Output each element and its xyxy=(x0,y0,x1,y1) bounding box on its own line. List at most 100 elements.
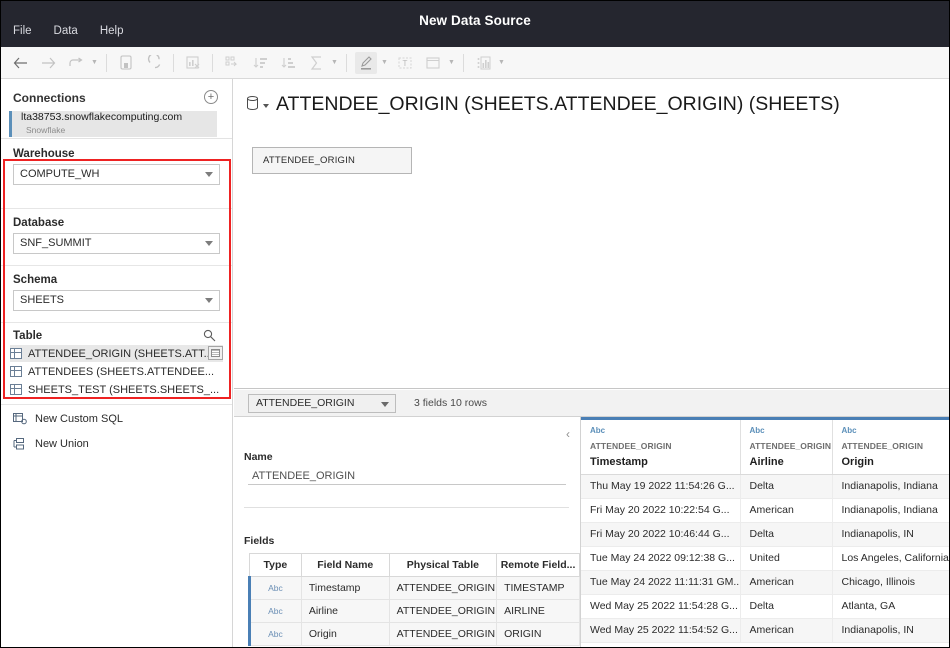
metadata-divider xyxy=(244,507,569,508)
menu-file[interactable]: File xyxy=(11,23,34,39)
preview-meta-label: 3 fields 10 rows xyxy=(414,397,487,409)
sort-ascending-icon[interactable] xyxy=(249,52,271,74)
aggregate-sigma-icon[interactable] xyxy=(305,52,327,74)
clear-sheet-icon[interactable] xyxy=(182,52,204,74)
cell-timestamp: Wed May 25 2022 11:54:52 G... xyxy=(581,618,741,643)
custom-sql-icon xyxy=(13,413,27,425)
chevron-down-icon xyxy=(205,298,213,303)
physical-table-cell: ATTENDEE_ORIGIN xyxy=(388,599,498,623)
table-row[interactable]: Abc Origin ATTENDEE_ORIGIN ORIGIN xyxy=(248,622,580,646)
table-grid-icon xyxy=(10,348,22,359)
warehouse-select[interactable]: COMPUTE_WH xyxy=(13,164,220,185)
table-name-input[interactable] xyxy=(248,467,566,485)
container-caret[interactable]: ▼ xyxy=(447,52,456,74)
menu-data[interactable]: Data xyxy=(52,23,80,39)
column-type-abc: Abc xyxy=(749,426,765,435)
text-label-icon[interactable]: T xyxy=(394,52,416,74)
preview-table-select[interactable]: ATTENDEE_ORIGIN xyxy=(248,394,396,413)
container-icon[interactable] xyxy=(422,52,444,74)
database-label: Database xyxy=(13,217,65,229)
table-row[interactable]: Tue May 24 2022 11:11:31 GM... American … xyxy=(581,570,949,595)
field-type-icon[interactable]: Abc xyxy=(248,622,302,646)
preview-toolbar: ATTENDEE_ORIGIN 3 fields 10 rows xyxy=(234,390,949,417)
table-row[interactable]: Fri May 20 2022 10:22:54 G... American I… xyxy=(581,498,949,523)
column-name: Airline xyxy=(749,456,784,468)
back-arrow-icon[interactable] xyxy=(9,52,31,74)
save-icon[interactable] xyxy=(115,52,137,74)
preview-table: Abc ATTENDEE_ORIGIN Timestamp Abc ATTEND… xyxy=(581,420,949,643)
table-row[interactable]: Thu May 19 2022 11:54:26 G... Delta Indi… xyxy=(581,474,949,499)
cell-airline: American xyxy=(740,618,833,643)
field-type-icon[interactable]: Abc xyxy=(248,576,302,600)
aggregate-caret[interactable]: ▼ xyxy=(330,52,339,74)
fields-header-physical-table[interactable]: Physical Table xyxy=(388,553,498,577)
cell-origin: Indianapolis, Indiana xyxy=(832,498,949,523)
field-name-cell: Origin xyxy=(300,622,390,646)
connection-server-name: lta38753.snowflakecomputing.com xyxy=(21,111,183,123)
table-list-item-attendee-origin[interactable]: ATTENDEE_ORIGIN (SHEETS.ATT... xyxy=(10,345,223,362)
table-row[interactable]: Fri May 20 2022 10:46:44 G... Delta Indi… xyxy=(581,522,949,547)
remote-field-cell: AIRLINE xyxy=(496,599,580,623)
cell-timestamp: Fri May 20 2022 10:22:54 G... xyxy=(581,498,741,523)
connection-item[interactable]: lta38753.snowflakecomputing.com Snowflak… xyxy=(9,111,217,137)
chevron-down-icon xyxy=(205,241,213,246)
toolbar-group-file xyxy=(112,47,168,79)
fields-header-remote-field[interactable]: Remote Field... xyxy=(496,553,580,577)
table-row[interactable]: Wed May 25 2022 11:54:52 G... American I… xyxy=(581,618,949,643)
highlighter-caret[interactable]: ▼ xyxy=(380,52,389,74)
pivot-icon[interactable] xyxy=(221,52,243,74)
table-list-item-sheets-test[interactable]: SHEETS_TEST (SHEETS.SHEETS_... xyxy=(10,381,223,398)
table-list-item-attendees[interactable]: ATTENDEES (SHEETS.ATTENDEE... xyxy=(10,363,223,380)
data-preview-grid[interactable]: Abc ATTENDEE_ORIGIN Timestamp Abc ATTEND… xyxy=(580,417,949,647)
new-union-action[interactable]: New Union xyxy=(13,435,213,453)
open-table-button[interactable] xyxy=(208,346,223,360)
new-custom-sql-label: New Custom SQL xyxy=(35,413,124,425)
sidebar-divider-4 xyxy=(1,404,232,405)
remote-field-cell: TIMESTAMP xyxy=(496,576,580,600)
highlighter-icon[interactable] xyxy=(355,51,377,74)
fields-table: Type Field Name Physical Table Remote Fi… xyxy=(248,553,580,646)
database-dropdown-caret[interactable] xyxy=(263,104,269,108)
menu-help[interactable]: Help xyxy=(98,23,126,39)
table-list-item-label: ATTENDEES (SHEETS.ATTENDEE... xyxy=(28,365,215,378)
toolbar-separator-2 xyxy=(173,53,174,72)
table-row[interactable]: Tue May 24 2022 09:12:38 G... United Los… xyxy=(581,546,949,571)
field-name-cell: Timestamp xyxy=(300,576,390,600)
cell-timestamp: Wed May 25 2022 11:54:28 G... xyxy=(581,594,741,619)
forward-arrow-icon[interactable] xyxy=(37,52,59,74)
table-row[interactable]: Abc Timestamp ATTENDEE_ORIGIN TIMESTAMP xyxy=(248,576,580,600)
cell-timestamp: Thu May 19 2022 11:54:26 G... xyxy=(581,474,741,499)
database-icon[interactable] xyxy=(246,96,259,111)
physical-table-cell: ATTENDEE_ORIGIN xyxy=(388,622,498,646)
add-connection-icon[interactable]: + xyxy=(204,90,218,104)
database-select[interactable]: SNF_SUMMIT xyxy=(13,233,220,254)
connections-section: Connections + lta38753.snowflakecomputin… xyxy=(1,79,232,139)
refresh-data-icon[interactable] xyxy=(143,52,165,74)
field-type-icon[interactable]: Abc xyxy=(248,599,302,623)
show-me-chart-icon[interactable] xyxy=(472,52,494,74)
schema-select[interactable]: SHEETS xyxy=(13,290,220,311)
show-me-caret[interactable]: ▼ xyxy=(497,52,506,74)
cell-timestamp: Tue May 24 2022 11:11:31 GM... xyxy=(581,570,741,595)
preview-column-timestamp[interactable]: Abc ATTENDEE_ORIGIN Timestamp xyxy=(581,420,741,475)
table-list-item-label: SHEETS_TEST (SHEETS.SHEETS_... xyxy=(28,383,220,396)
table-row[interactable]: Wed May 25 2022 11:54:28 G... Delta Atla… xyxy=(581,594,949,619)
grid-vertical-scrollbar[interactable] xyxy=(945,420,949,647)
new-custom-sql-action[interactable]: New Custom SQL xyxy=(13,410,213,428)
canvas-table-card[interactable]: ATTENDEE_ORIGIN xyxy=(252,147,412,174)
cell-airline: American xyxy=(740,498,833,523)
refresh-loop-icon[interactable] xyxy=(65,52,87,74)
fields-header-type[interactable]: Type xyxy=(249,553,302,577)
chevron-left-icon[interactable]: ‹ xyxy=(566,428,570,440)
cell-timestamp: Tue May 24 2022 09:12:38 G... xyxy=(581,546,741,571)
column-type-abc: Abc xyxy=(590,426,606,435)
fields-header-field-name[interactable]: Field Name xyxy=(300,553,390,577)
table-row[interactable]: Abc Airline ATTENDEE_ORIGIN AIRLINE xyxy=(248,599,580,623)
sort-descending-icon[interactable] xyxy=(277,52,299,74)
column-source-table: ATTENDEE_ORIGIN xyxy=(590,441,672,451)
warehouse-value: COMPUTE_WH xyxy=(20,168,100,180)
preview-column-origin[interactable]: Abc ATTENDEE_ORIGIN Origin xyxy=(832,420,949,475)
search-icon[interactable] xyxy=(203,329,216,342)
preview-column-airline[interactable]: Abc ATTENDEE_ORIGIN Airline xyxy=(740,420,833,475)
history-dropdown-caret[interactable]: ▼ xyxy=(90,52,99,74)
